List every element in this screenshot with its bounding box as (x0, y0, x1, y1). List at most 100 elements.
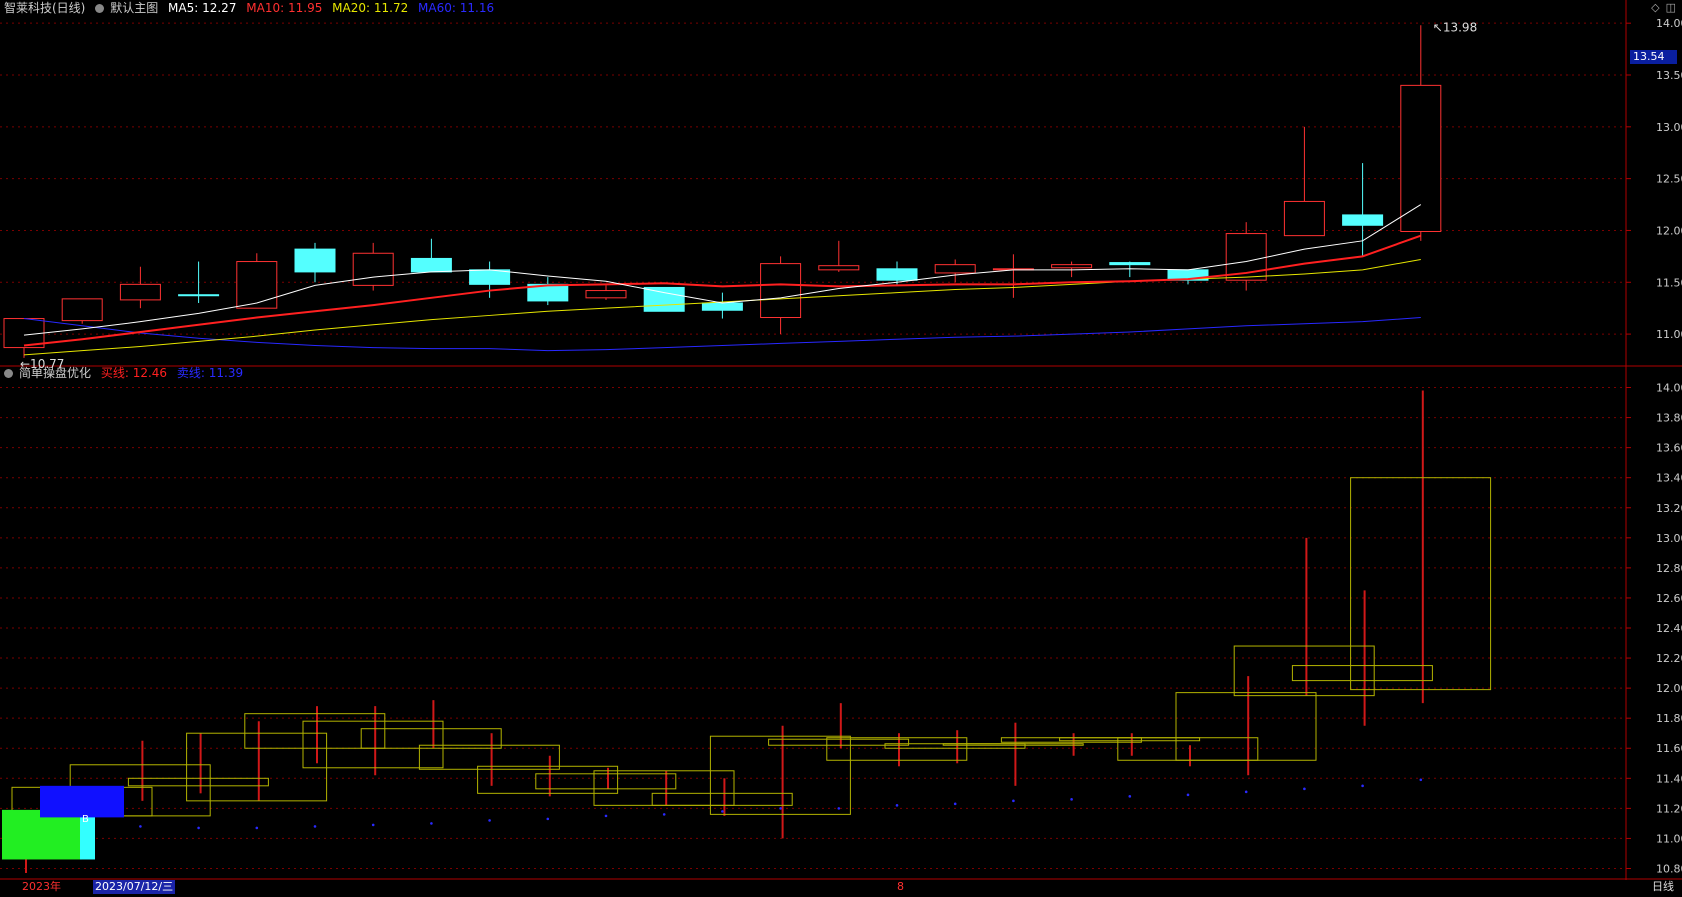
sell-line-dot (721, 810, 724, 813)
ma60-label: MA60: 11.16 (418, 1, 495, 15)
sub-box (1175, 692, 1317, 761)
sell-line-dot (313, 825, 317, 828)
candle-body (701, 302, 743, 311)
bottom-axis-tick-label: 13.00 (1656, 532, 1682, 545)
diamond-icon[interactable]: ◇ (1651, 1, 1659, 14)
indicator-name[interactable]: 简单操盘优化 (19, 366, 91, 380)
sell-line-dot (604, 814, 608, 818)
candle-body (1051, 264, 1093, 269)
sub-box (302, 720, 444, 769)
settings-dot-icon[interactable] (95, 4, 105, 13)
sell-line-dot (1303, 787, 1306, 791)
sub-box (826, 737, 968, 761)
bottom-axis-tick-label: 12.20 (1656, 652, 1682, 665)
top-axis-tick-label: 13.00 (1656, 121, 1682, 134)
sell-line-dot (1186, 793, 1190, 797)
sell-line-dot (1128, 795, 1132, 798)
sell-line-dot (837, 807, 841, 810)
sell-line-dot (430, 822, 433, 825)
bottom-axis-tick-label: 14.00 (1656, 382, 1682, 395)
kline-chart[interactable]: 14.00 13.50 13.00 12.50 12.00 11.50 11.00 14.00… (0, 0, 1682, 894)
sub-box (1350, 477, 1492, 691)
ma60-line (23, 317, 1421, 352)
bottom-axis-tick-label: 11.60 (1656, 742, 1682, 755)
sub-box (535, 773, 677, 790)
sell-line-dot (1244, 790, 1248, 794)
cursor-date-label: 2023/07/12/三 (93, 880, 176, 894)
indicator-dot-icon[interactable] (4, 369, 13, 378)
sell-line-dot (895, 804, 899, 807)
candle-body (585, 290, 627, 299)
sell-line-dot (197, 826, 200, 830)
sell-line-dot (139, 825, 142, 828)
sell-line-dot (1012, 799, 1015, 803)
sell-line-dot (1361, 784, 1364, 788)
top-axis-tick-label: 14.00 (1656, 17, 1682, 30)
sub-box (418, 744, 560, 770)
bottom-axis-tick-label: 13.80 (1656, 412, 1682, 425)
indicator-header: 简单操盘优化 买线: 12.46 卖线: 11.39 (4, 365, 249, 381)
bottom-axis-tick-label: 11.80 (1656, 712, 1682, 725)
period-tab-daily[interactable]: 日线 (1652, 880, 1674, 894)
candle-body (876, 268, 918, 281)
sub-box (186, 732, 328, 802)
candle-body (236, 261, 278, 309)
chart-name[interactable]: 默认主图 (110, 1, 158, 15)
corner-toolbar: ◇ ◫ (1645, 1, 1676, 14)
sub-box (593, 770, 735, 806)
top-axis-tick-label: 12.00 (1656, 224, 1682, 237)
sell-line-label: 卖线: 11.39 (176, 366, 244, 380)
sub-box (942, 743, 1084, 746)
top-axis-tick-label: 11.50 (1656, 276, 1682, 289)
candle-body (352, 252, 394, 286)
current-price-tag: 13.54 (1630, 50, 1677, 64)
sub-box (244, 713, 386, 749)
bottom-axis-tick-label: 12.00 (1656, 682, 1682, 695)
bottom-axis-tick-label: 11.20 (1656, 802, 1682, 815)
top-axis-tick-label: 13.50 (1656, 69, 1682, 82)
ma10-line (23, 234, 1422, 347)
candle-body (410, 257, 452, 273)
chart-canvas[interactable]: 14.00 13.50 13.00 12.50 12.00 11.50 11.00 14.00… (0, 0, 1682, 894)
bottom-axis-tick-label: 12.80 (1656, 562, 1682, 575)
top-axis-tick-label: 12.50 (1656, 173, 1682, 186)
ma10-label: MA10: 11.95 (246, 1, 323, 15)
sub-box (1000, 737, 1142, 743)
sell-line-dot (488, 819, 491, 822)
candle-body (469, 269, 511, 285)
sub-box (884, 743, 1026, 749)
sell-signal-block (40, 785, 124, 818)
bottom-axis-tick-label: 13.40 (1656, 472, 1682, 485)
sell-line-dot (371, 823, 375, 827)
window-icon[interactable]: ◫ (1666, 1, 1676, 14)
top-axis-tick-label: 11.00 (1656, 328, 1682, 341)
ma20-label: MA20: 11.72 (332, 1, 409, 15)
sell-line-dot (1419, 778, 1423, 782)
candle-body (760, 263, 802, 319)
bottom-axis-tick-label: 13.60 (1656, 442, 1682, 455)
candle-body (178, 294, 220, 297)
candle-body (294, 248, 336, 273)
candle-body (119, 283, 161, 301)
candle-body (643, 286, 685, 312)
candle-body (1283, 200, 1325, 237)
sub-box (1291, 665, 1433, 682)
sell-line-dot (779, 807, 782, 810)
main-chart-header: 智莱科技(日线) 默认主图 MA5: 12.27 MA10: 11.95 MA2… (4, 0, 500, 16)
bottom-axis-tick-label: 11.40 (1656, 772, 1682, 785)
buy-line-label: 买线: 12.46 (100, 366, 168, 380)
bottom-axis-tick-label: 13.20 (1656, 502, 1682, 515)
bottom-axis-tick-label: 10.80 (1656, 862, 1682, 875)
sub-box (768, 738, 910, 746)
high-marker-label: ↖13.98 (1433, 20, 1477, 34)
bottom-axis-tick-label: 12.60 (1656, 592, 1682, 605)
date-bar (0, 880, 1682, 894)
bottom-axis-tick-label: 12.40 (1656, 622, 1682, 635)
candle-body (1109, 262, 1151, 266)
candle-body (818, 265, 860, 271)
stock-name[interactable]: 智莱科技(日线) (4, 1, 85, 15)
sub-box (651, 792, 793, 806)
month-label: 8 (897, 880, 904, 893)
ma5-label: MA5: 12.27 (168, 1, 237, 15)
candle-body (61, 298, 103, 322)
